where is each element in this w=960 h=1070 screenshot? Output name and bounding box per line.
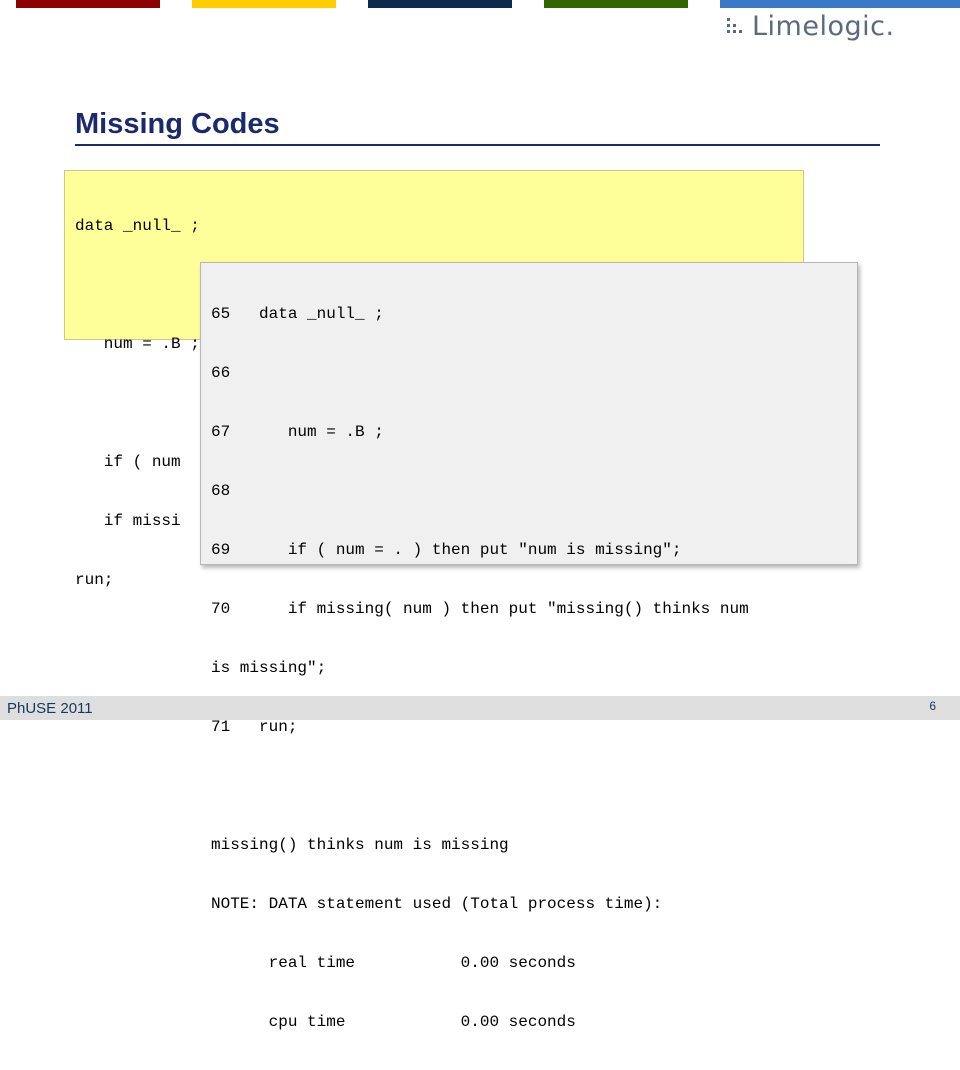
title-underline — [75, 144, 880, 146]
log-line: 65 data _null_ ; — [211, 305, 384, 323]
stripe-navy — [368, 0, 512, 8]
footer-bar: PhUSE 2011 6 — [0, 696, 960, 720]
log-line: real time 0.00 seconds — [211, 954, 576, 972]
log-line: is missing"; — [211, 659, 327, 677]
log-listing: 65 data _null_ ; 66 67 num = .B ; 68 69 … — [211, 267, 847, 1070]
log-line: 70 if missing( num ) then put "missing()… — [211, 600, 749, 618]
log-line: NOTE: DATA statement used (Total process… — [211, 895, 663, 913]
logo-dots-icon — [727, 18, 742, 33]
limelogic-logo: Limelogic. — [726, 10, 956, 42]
log-line: cpu time 0.00 seconds — [211, 1013, 576, 1031]
stripe-green — [544, 0, 688, 8]
log-output-box: 65 data _null_ ; 66 67 num = .B ; 68 69 … — [200, 262, 858, 1031]
stripe-blue — [720, 0, 960, 8]
stripe-red — [16, 0, 160, 8]
stripe-yellow — [192, 0, 336, 8]
log-line: 69 if ( num = . ) then put "num is missi… — [211, 541, 682, 559]
page-number: 6 — [929, 699, 936, 713]
log-line: 66 — [211, 364, 231, 382]
log-line: missing() thinks num is missing — [211, 836, 509, 854]
slide-title: Missing Codes — [75, 108, 280, 140]
log-line: 67 num = .B ; — [211, 423, 384, 441]
footer-conference: PhUSE 2011 — [7, 700, 93, 717]
log-line: 68 — [211, 482, 231, 500]
code-line: data _null_ ; — [75, 217, 200, 235]
logo-text: Limelogic. — [752, 10, 895, 42]
